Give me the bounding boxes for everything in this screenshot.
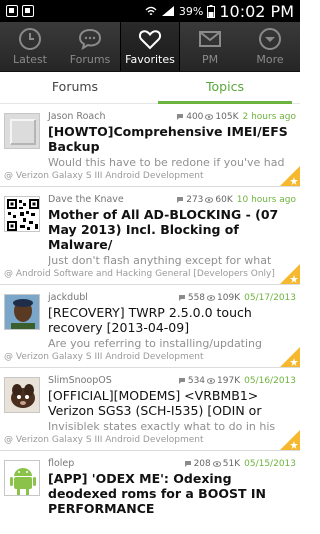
signal-icon <box>161 6 174 16</box>
battery-percent: 39% <box>178 4 204 18</box>
views-icon <box>205 113 214 120</box>
topic-preview: Just don't flash anything except for wha… <box>48 254 272 267</box>
topic-date: 2 hours ago <box>242 111 297 122</box>
avatar <box>4 113 40 149</box>
topic-forum: @ Verizon Galaxy S III Android Developme… <box>4 171 204 181</box>
chevron-down-circle-icon <box>259 28 281 50</box>
topic-title: Mother of All AD-BLOCKING - (07 May 2013… <box>48 207 279 252</box>
topic-title: [HOWTO]Comprehensive IMEI/EFS Backup <box>48 124 288 154</box>
topic-item[interactable]: flolep 208 51K 05/15/2013 [APP] 'ODEX ME… <box>0 451 300 520</box>
topic-views: 105K <box>215 111 239 122</box>
topic-forum: @ Verizon Galaxy S III Android Developme… <box>4 435 204 445</box>
tab-forums[interactable]: Forums <box>60 22 120 71</box>
battery-icon <box>207 4 216 18</box>
topic-views: 109K <box>217 292 241 303</box>
topic-title: [RECOVERY] TWRP 2.5.0.0 touch recovery [… <box>48 305 252 335</box>
topic-title: [OFFICIAL][MODEMS] <VRBMB1> Verizon SGS3… <box>48 388 262 418</box>
topic-forum: @ Android Software and Hacking General [… <box>4 269 275 279</box>
topic-forum: @ Verizon Galaxy S III Android Developme… <box>4 352 204 362</box>
topic-preview: Invisiblek states exactly what to do in … <box>48 420 276 433</box>
new-posts-corner-icon <box>280 347 300 367</box>
subtab-forums[interactable]: Forums <box>0 72 150 103</box>
new-posts-corner-icon <box>280 430 300 450</box>
clock-icon <box>19 28 41 50</box>
clock: 10:02 PM <box>219 1 294 21</box>
avatar <box>4 460 40 496</box>
topic-date: 10 hours ago <box>236 194 296 205</box>
tab-latest[interactable]: Latest <box>0 22 60 71</box>
topic-replies: 273 <box>186 194 204 205</box>
topic-author: flolep <box>48 458 75 469</box>
tab-latest-label: Latest <box>13 53 47 66</box>
tab-favorites[interactable]: Favorites <box>120 22 180 71</box>
topic-replies: 208 <box>193 458 211 469</box>
topic-author: SlimSnoopOS <box>48 375 112 386</box>
replies-icon <box>178 377 185 384</box>
avatar <box>4 294 40 330</box>
avatar <box>4 377 40 413</box>
tab-forums-label: Forums <box>69 53 111 66</box>
tab-favorites-label: Favorites <box>125 53 175 66</box>
views-icon <box>207 377 216 384</box>
status-bar: 39% 10:02 PM <box>0 0 300 22</box>
user-photo-avatar <box>5 295 39 329</box>
tab-pm[interactable]: PM <box>180 22 240 71</box>
topic-item[interactable]: SlimSnoopOS 534 197K 05/16/2013 [OFFICIA… <box>0 368 300 451</box>
tab-more[interactable]: More <box>240 22 300 71</box>
notification-icon-2 <box>22 5 34 17</box>
chat-bubble-icon <box>78 28 102 51</box>
topic-views: 197K <box>217 375 241 386</box>
topic-item[interactable]: Jason Roach 400 105K 2 hours ago [HOWTO]… <box>0 104 300 187</box>
topic-item[interactable]: Dave the Knave 273 60K 10 hours ago Moth… <box>0 187 300 285</box>
views-icon <box>207 294 216 301</box>
heart-icon <box>138 30 162 50</box>
topic-date: 05/17/2013 <box>244 292 296 303</box>
new-posts-corner-icon <box>280 264 300 284</box>
topic-author: jackdubl <box>48 292 88 303</box>
envelope-icon <box>199 31 221 47</box>
tab-pm-label: PM <box>201 53 219 66</box>
topic-item[interactable]: jackdubl 558 109K 05/17/2013 [RECOVERY] … <box>0 285 300 368</box>
replies-icon <box>184 460 191 467</box>
topic-author: Jason Roach <box>48 111 106 122</box>
new-posts-corner-icon <box>280 166 300 186</box>
default-avatar-icon <box>5 114 39 148</box>
avatar <box>4 196 40 232</box>
views-icon <box>205 196 214 203</box>
topic-preview: Would this have to be redone if you've h… <box>48 156 285 169</box>
topic-title: [APP] 'ODEX ME': Odexing deodexed roms f… <box>48 471 266 516</box>
topic-views: 51K <box>222 458 241 469</box>
topic-author: Dave the Knave <box>48 194 124 205</box>
views-icon <box>212 460 221 467</box>
replies-icon <box>177 196 184 203</box>
topic-replies: 400 <box>186 111 204 122</box>
notification-icon <box>6 5 18 17</box>
topic-date: 05/15/2013 <box>244 458 296 469</box>
main-tab-bar: Latest Forums Favorites PM More <box>0 22 300 72</box>
topic-list: Jason Roach 400 105K 2 hours ago [HOWTO]… <box>0 104 300 534</box>
subtab-topics[interactable]: Topics <box>150 72 300 104</box>
replies-icon <box>178 294 185 301</box>
favorites-subtabs: Forums Topics <box>0 72 300 104</box>
qr-code-avatar <box>5 197 39 231</box>
tab-more-label: More <box>256 53 284 66</box>
replies-icon <box>177 113 184 120</box>
android-robot-avatar <box>5 461 39 495</box>
topic-date: 05/16/2013 <box>244 375 296 386</box>
wifi-icon <box>145 6 157 15</box>
user-photo-avatar <box>5 378 39 412</box>
topic-views: 60K <box>215 194 233 205</box>
topic-replies: 534 <box>187 375 206 386</box>
topic-replies: 558 <box>187 292 206 303</box>
topic-preview: Are you referring to installing/updating <box>48 337 263 350</box>
